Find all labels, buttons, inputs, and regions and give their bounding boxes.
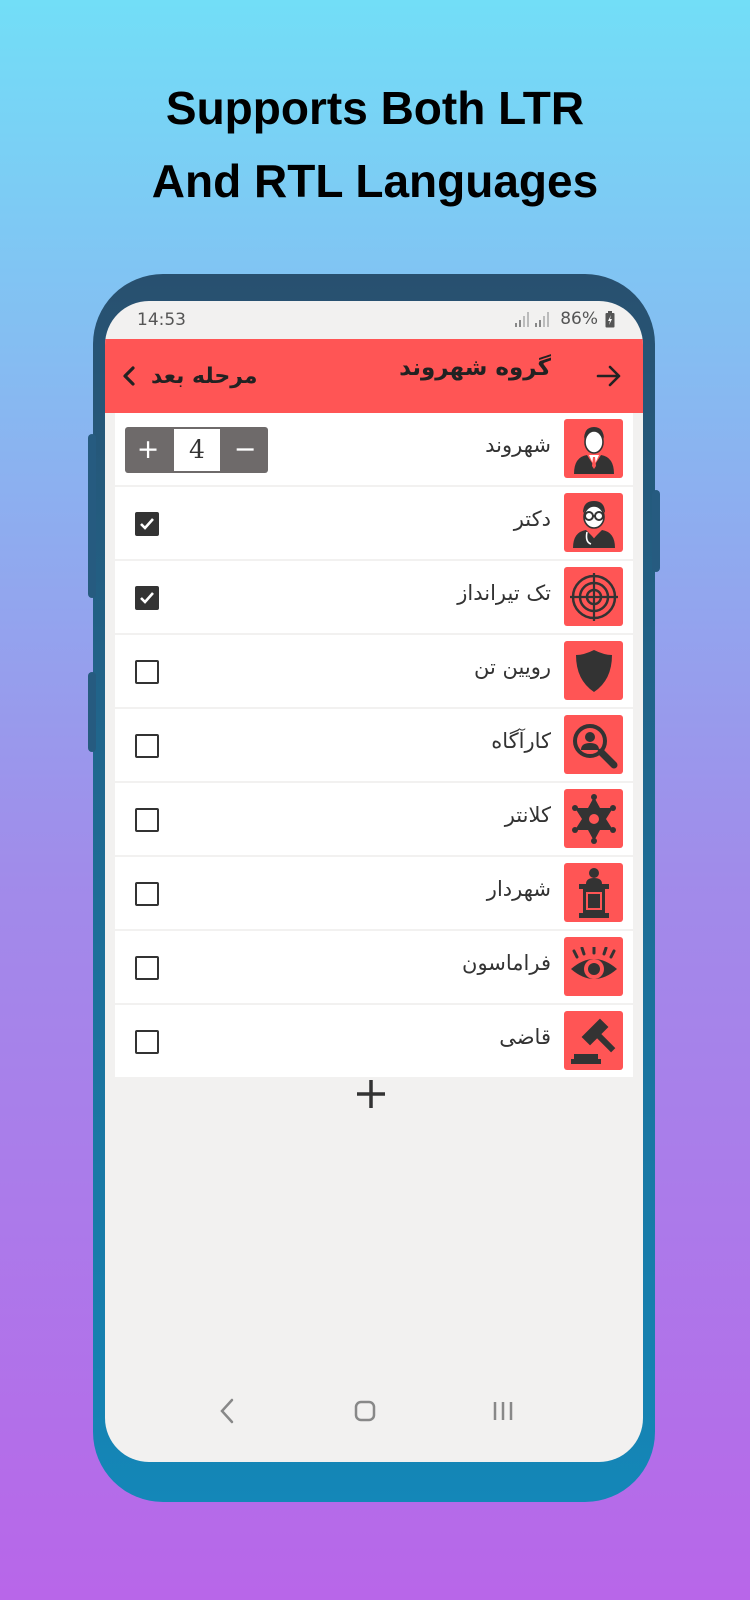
- role-name: تک تیرانداز: [457, 581, 551, 605]
- role-name: کارآگاه: [491, 729, 551, 753]
- power-button: [652, 490, 660, 572]
- check-icon: [140, 592, 154, 604]
- role-row-mayor: شهردار: [115, 857, 633, 929]
- nav-recents-icon[interactable]: [483, 1391, 523, 1431]
- role-name: قاضی: [499, 1025, 551, 1049]
- role-row-judge: قاضی: [115, 1005, 633, 1077]
- role-row-freemason: فراماسون: [115, 931, 633, 1003]
- eye-icon: [570, 946, 617, 979]
- phone-screen: 14:53 86% مرحله بعد گروه شهروند شهروند +…: [105, 301, 643, 1462]
- signal-icon: [515, 312, 550, 327]
- podium-icon: [578, 867, 609, 918]
- system-nav-bar: [105, 1381, 643, 1431]
- app-bar: مرحله بعد گروه شهروند: [105, 339, 643, 413]
- role-name: فراماسون: [462, 951, 551, 975]
- role-row-citizen: شهروند + 4 −: [115, 413, 633, 485]
- role-row-detective: کارآگاه: [115, 709, 633, 781]
- role-name: رویین تن: [474, 655, 551, 679]
- next-step-button[interactable]: مرحله بعد: [121, 355, 258, 397]
- role-checkbox[interactable]: [135, 734, 159, 758]
- role-checkbox[interactable]: [135, 956, 159, 980]
- crosshair-icon: [569, 572, 618, 621]
- role-checkbox[interactable]: [135, 808, 159, 832]
- shield-icon: [575, 649, 612, 692]
- role-name: دکتر: [513, 507, 551, 531]
- arrow-right-icon[interactable]: [595, 362, 623, 390]
- role-row-doctor: دکتر: [115, 487, 633, 559]
- battery-percent: 86%: [560, 309, 598, 329]
- role-name: شهردار: [486, 877, 551, 901]
- role-row-sniper: تک تیرانداز: [115, 561, 633, 633]
- decrement-button[interactable]: −: [222, 427, 268, 473]
- battery-icon: [605, 310, 615, 327]
- quantity-value[interactable]: 4: [174, 429, 220, 471]
- headline-line-2: And RTL Languages: [151, 155, 599, 207]
- nav-home-icon[interactable]: [345, 1391, 385, 1431]
- citizen-icon: [573, 426, 614, 474]
- volume-button: [88, 434, 96, 598]
- headline: Supports Both LTR And RTL Languages: [0, 72, 750, 218]
- role-checkbox[interactable]: [135, 586, 159, 610]
- plus-icon: [357, 1080, 385, 1108]
- check-icon: [140, 518, 154, 530]
- bixby-button: [88, 672, 96, 752]
- detective-icon: [572, 723, 617, 768]
- increment-button[interactable]: +: [125, 427, 171, 473]
- status-bar: 14:53 86%: [105, 301, 643, 339]
- doctor-icon: [572, 500, 615, 548]
- role-name: کلانتر: [504, 803, 551, 827]
- role-name: شهروند: [485, 433, 551, 457]
- gavel-icon: [570, 1018, 615, 1064]
- quantity-stepper: + 4 −: [125, 427, 268, 473]
- status-time: 14:53: [137, 310, 186, 330]
- add-role-button[interactable]: [346, 1069, 396, 1119]
- role-checkbox[interactable]: [135, 882, 159, 906]
- role-list: شهروند + 4 − دکتر تک تیرانداز رویین تن ک…: [115, 413, 633, 1079]
- headline-line-1: Supports Both LTR: [165, 82, 585, 134]
- role-row-bulletproof: رویین تن: [115, 635, 633, 707]
- next-step-label: مرحله بعد: [151, 363, 258, 389]
- role-checkbox[interactable]: [135, 660, 159, 684]
- page-title: گروه شهروند: [399, 355, 551, 381]
- role-checkbox[interactable]: [135, 1030, 159, 1054]
- nav-back-icon[interactable]: [208, 1391, 248, 1431]
- chevron-left-icon: [123, 366, 135, 386]
- role-checkbox[interactable]: [135, 512, 159, 536]
- sheriff-star-icon: [571, 793, 616, 844]
- role-row-sheriff: کلانتر: [115, 783, 633, 855]
